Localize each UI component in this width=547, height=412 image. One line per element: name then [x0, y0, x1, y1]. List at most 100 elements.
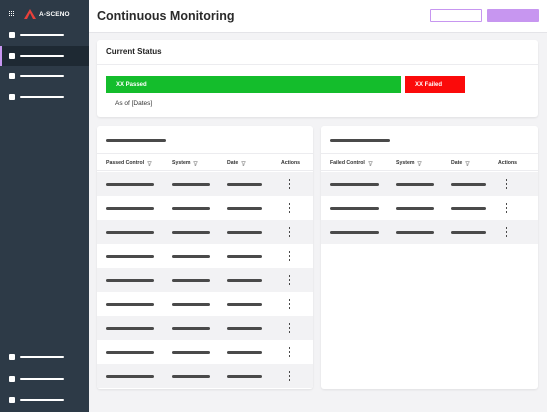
cell-placeholder: [172, 350, 210, 354]
column-header-failed-control[interactable]: Failed Control: [330, 160, 373, 166]
column-label: System: [172, 160, 191, 166]
cell-placeholder: [106, 350, 154, 354]
cell-placeholder: [106, 254, 154, 258]
sidebar-item-1[interactable]: [0, 25, 89, 45]
cell-placeholder: [172, 254, 210, 258]
cell-placeholder: [227, 374, 262, 378]
brand[interactable]: A-SCENO: [9, 8, 70, 20]
cell-placeholder: [396, 182, 434, 186]
kebab-menu-icon[interactable]: [288, 275, 291, 285]
kebab-menu-icon[interactable]: [505, 227, 508, 237]
kebab-menu-icon[interactable]: [288, 251, 291, 261]
passed-label: XX Passed: [116, 81, 147, 88]
kebab-menu-icon[interactable]: [288, 227, 291, 237]
cell-placeholder: [227, 254, 262, 258]
primary-action-button[interactable]: [487, 9, 539, 22]
table-row[interactable]: [321, 220, 538, 244]
table-row[interactable]: [97, 364, 313, 388]
status-card-title: Current Status: [106, 47, 162, 56]
kebab-menu-icon[interactable]: [288, 347, 291, 357]
kebab-menu-icon[interactable]: [505, 179, 508, 189]
table-header: Passed Control System Date Actions: [97, 153, 313, 171]
kebab-menu-icon[interactable]: [288, 371, 291, 381]
sidebar: A-SCENO: [0, 0, 89, 412]
column-header-date[interactable]: Date: [227, 160, 247, 166]
column-header-date[interactable]: Date: [451, 160, 471, 166]
table-row[interactable]: [321, 196, 538, 220]
cell-placeholder: [172, 278, 210, 282]
filter-icon[interactable]: [367, 161, 373, 166]
table-row[interactable]: [97, 220, 313, 244]
table-header: Failed Control System Date Actions: [321, 153, 538, 171]
nav-item-label-placeholder: [20, 377, 64, 381]
column-header-system[interactable]: System: [172, 160, 199, 166]
cell-placeholder: [106, 278, 154, 282]
secondary-action-button[interactable]: [430, 9, 482, 22]
cell-placeholder: [106, 182, 154, 186]
cell-placeholder: [172, 230, 210, 234]
cell-placeholder: [451, 230, 486, 234]
table-row[interactable]: [97, 316, 313, 340]
kebab-menu-icon[interactable]: [288, 323, 291, 333]
sidebar-bottom-item-3[interactable]: [0, 390, 89, 410]
passed-controls-card: Passed Control System Date Actions: [97, 126, 313, 389]
failed-status-bar[interactable]: XX Failed: [405, 76, 465, 93]
nav-item-label-placeholder: [20, 74, 64, 78]
table-row[interactable]: [97, 172, 313, 196]
table-row[interactable]: [97, 268, 313, 292]
cell-placeholder: [330, 206, 379, 210]
cell-placeholder: [330, 230, 379, 234]
current-status-card: Current Status XX Passed XX Failed As of…: [97, 40, 538, 117]
sidebar-bottom-item-2[interactable]: [0, 369, 89, 389]
cell-placeholder: [172, 302, 210, 306]
table-row[interactable]: [97, 196, 313, 220]
cell-placeholder: [396, 230, 434, 234]
nav-item-icon: [9, 73, 15, 79]
page-title: Continuous Monitoring: [97, 9, 235, 23]
nav-item-label-placeholder: [20, 355, 64, 359]
filter-icon[interactable]: [193, 161, 199, 166]
failed-label: XX Failed: [415, 81, 443, 88]
filter-icon[interactable]: [417, 161, 423, 166]
table-row[interactable]: [321, 172, 538, 196]
table-row[interactable]: [97, 244, 313, 268]
divider: [97, 64, 538, 65]
logo-icon: [24, 9, 36, 19]
kebab-menu-icon[interactable]: [288, 203, 291, 213]
sidebar-item-4[interactable]: [0, 87, 89, 107]
column-header-system[interactable]: System: [396, 160, 423, 166]
column-label: Passed Control: [106, 160, 145, 166]
kebab-menu-icon[interactable]: [505, 203, 508, 213]
table-row[interactable]: [97, 340, 313, 364]
filter-icon[interactable]: [465, 161, 471, 166]
cell-placeholder: [227, 350, 262, 354]
sidebar-bottom-item-1[interactable]: [0, 347, 89, 367]
nav-item-icon: [9, 94, 15, 100]
failed-controls-card: Failed Control System Date Actions: [321, 126, 538, 389]
cell-placeholder: [227, 302, 262, 306]
column-header-actions: Actions: [281, 160, 301, 166]
filter-icon[interactable]: [241, 161, 247, 166]
nav-item-icon: [9, 376, 15, 382]
sidebar-item-2[interactable]: [0, 46, 89, 66]
sidebar-item-3[interactable]: [0, 66, 89, 86]
kebab-menu-icon[interactable]: [288, 179, 291, 189]
column-label: Failed Control: [330, 160, 365, 166]
cell-placeholder: [106, 302, 154, 306]
passed-status-bar[interactable]: XX Passed: [106, 76, 401, 93]
filter-icon[interactable]: [147, 161, 153, 166]
nav-item-icon: [9, 397, 15, 403]
cell-placeholder: [227, 326, 262, 330]
apps-grid-icon[interactable]: [9, 11, 15, 17]
nav-item-icon: [9, 53, 15, 59]
cell-placeholder: [396, 206, 434, 210]
cell-placeholder: [227, 206, 262, 210]
column-label: System: [396, 160, 415, 166]
cell-placeholder: [227, 182, 262, 186]
nav-item-label-placeholder: [20, 54, 64, 58]
column-header-passed-control[interactable]: Passed Control: [106, 160, 153, 166]
kebab-menu-icon[interactable]: [288, 299, 291, 309]
cell-placeholder: [227, 230, 262, 234]
table-row[interactable]: [97, 292, 313, 316]
as-of-date: As of [Dates]: [115, 100, 153, 107]
